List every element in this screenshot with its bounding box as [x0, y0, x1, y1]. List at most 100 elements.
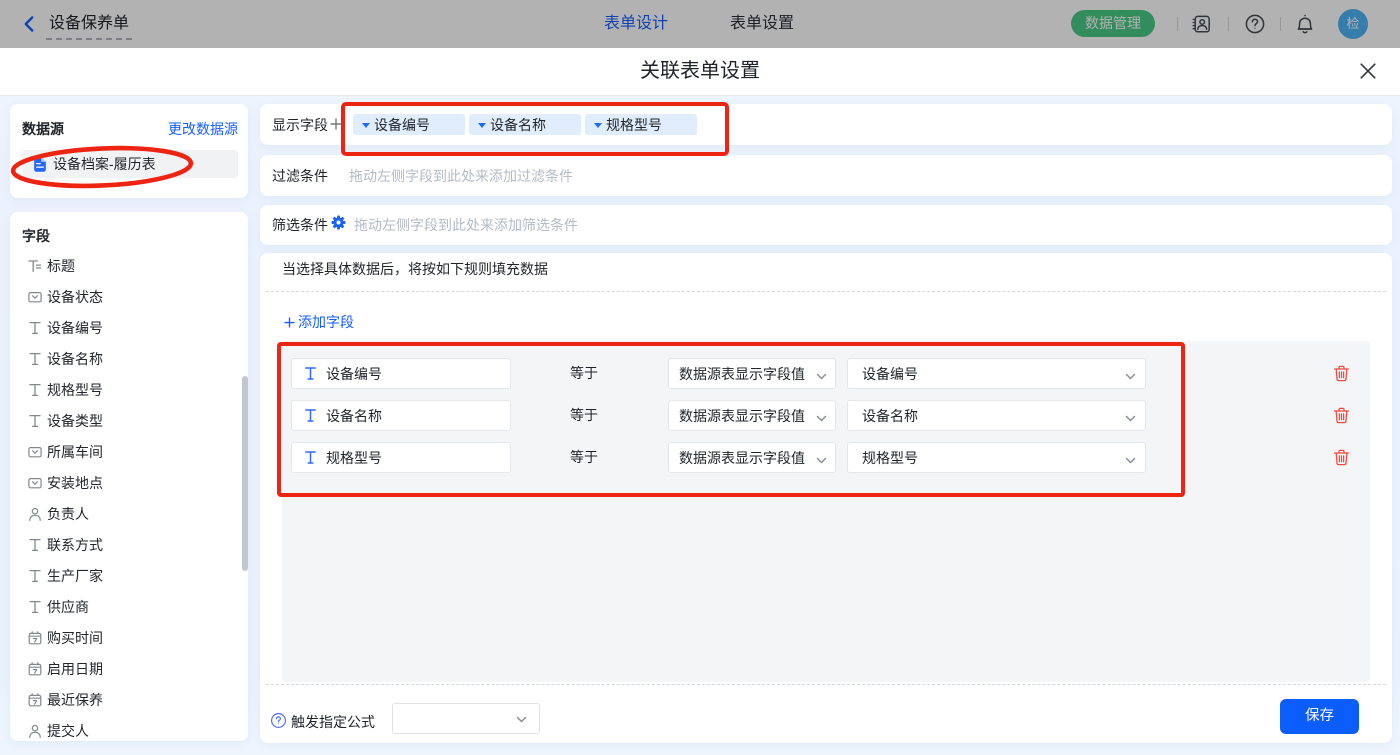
display-field-tag-label: 设备名称	[490, 115, 546, 135]
screen-condition-row: 筛选条件 拖动左侧字段到此处来添加筛选条件	[260, 205, 1392, 245]
rule-value-select[interactable]: 设备编号	[847, 358, 1146, 389]
caret-down-icon	[594, 123, 602, 128]
bell-icon[interactable]	[1295, 14, 1315, 34]
modal-title: 关联表单设置	[640, 48, 760, 96]
text-icon	[305, 409, 316, 422]
text-icon	[305, 367, 316, 380]
form-title[interactable]: 设备保养单	[49, 0, 129, 48]
datasource-title: 数据源	[22, 119, 64, 139]
datasource-selected-item[interactable]: 设备档案-履历表	[22, 150, 238, 178]
rule-target-field-label: 设备名称	[326, 406, 382, 426]
field-item-label: 标题	[47, 256, 75, 276]
field-item-label: 负责人	[47, 504, 89, 524]
field-item-label: 供应商	[47, 597, 89, 617]
rule-target-field[interactable]: 设备编号	[291, 358, 511, 389]
modal-header: 关联表单设置	[0, 48, 1400, 96]
fill-rules-note: 当选择具体数据后，将按如下规则填充数据	[282, 259, 548, 279]
field-item[interactable]: 所属车间	[20, 436, 250, 467]
rule-source-select[interactable]: 数据源表显示字段值	[668, 442, 836, 473]
header-divider	[1280, 17, 1281, 31]
tab-form-design[interactable]: 表单设计	[604, 0, 668, 48]
field-item[interactable]: 生产厂家	[20, 560, 250, 591]
data-manage-button[interactable]: 数据管理	[1071, 10, 1155, 37]
tab-form-settings[interactable]: 表单设置	[730, 0, 794, 48]
rule-target-field[interactable]: 设备名称	[291, 400, 511, 431]
field-item[interactable]: 安装地点	[20, 467, 250, 498]
rule-source-select-value: 数据源表显示字段值	[679, 406, 805, 426]
field-item[interactable]: 提交人	[20, 715, 250, 746]
rule-source-select[interactable]: 数据源表显示字段值	[668, 400, 836, 431]
field-item[interactable]: 规格型号	[20, 374, 250, 405]
display-field-tag[interactable]: 规格型号	[585, 114, 697, 135]
dashed-divider	[266, 291, 1386, 292]
field-list: 标题设备状态设备编号设备名称规格型号设备类型所属车间安装地点负责人联系方式生产厂…	[20, 250, 250, 746]
field-item[interactable]: 供应商	[20, 591, 250, 622]
back-icon[interactable]	[21, 16, 37, 32]
field-item-label: 所属车间	[47, 442, 103, 462]
add-field-label: 添加字段	[298, 312, 354, 332]
text-icon	[28, 352, 42, 366]
display-fields-row: 显示字段 设备编号 设备名称 规格型号	[260, 104, 1392, 145]
field-item-label: 生产厂家	[47, 566, 103, 586]
text-icon	[28, 600, 42, 614]
display-fields-label: 显示字段	[272, 104, 328, 145]
screen-drop-zone[interactable]: 拖动左侧字段到此处来添加筛选条件	[354, 205, 578, 245]
field-item-label: 设备编号	[47, 318, 103, 338]
change-datasource-link[interactable]: 更改数据源	[168, 119, 238, 139]
field-item[interactable]: 负责人	[20, 498, 250, 529]
field-item[interactable]: 联系方式	[20, 529, 250, 560]
rule-row: 规格型号等于数据源表显示字段值规格型号	[282, 442, 1370, 473]
gear-icon[interactable]	[331, 215, 346, 230]
screen-condition-label: 筛选条件	[272, 205, 328, 245]
field-item[interactable]: 启用日期	[20, 653, 250, 684]
add-display-field-icon[interactable]	[330, 118, 342, 130]
filter-drop-zone[interactable]: 拖动左侧字段到此处来添加过滤条件	[349, 155, 573, 196]
caret-down-icon	[478, 123, 486, 128]
rule-source-select-value: 数据源表显示字段值	[679, 448, 805, 468]
display-field-tag[interactable]: 设备名称	[469, 114, 581, 135]
save-button[interactable]: 保存	[1280, 699, 1359, 734]
select-icon	[28, 445, 42, 459]
rule-value-select-value: 设备编号	[862, 364, 918, 384]
display-field-tag[interactable]: 设备编号	[353, 114, 465, 135]
rule-value-select[interactable]: 规格型号	[847, 442, 1146, 473]
field-item[interactable]: 标题	[20, 250, 250, 281]
field-item[interactable]: 最近保养	[20, 684, 250, 715]
rule-target-field[interactable]: 规格型号	[291, 442, 511, 473]
header-divider	[1177, 17, 1178, 31]
rule-row: 设备名称等于数据源表显示字段值设备名称	[282, 400, 1370, 431]
field-item[interactable]: 购买时间	[20, 622, 250, 653]
help-icon[interactable]	[1245, 14, 1265, 34]
rule-source-select[interactable]: 数据源表显示字段值	[668, 358, 836, 389]
formula-select[interactable]	[392, 703, 540, 734]
rule-row: 设备编号 等于 数据源表显示字段值 设备编号	[282, 358, 1370, 389]
field-item-label: 提交人	[47, 721, 89, 741]
field-item[interactable]: 设备名称	[20, 343, 250, 374]
avatar[interactable]: 检	[1338, 9, 1368, 39]
field-item[interactable]: 设备类型	[20, 405, 250, 436]
field-item[interactable]: 设备状态	[20, 281, 250, 312]
field-item-label: 启用日期	[47, 659, 103, 679]
rule-operator: 等于	[554, 358, 614, 389]
form-doc-icon	[33, 157, 47, 172]
field-item[interactable]: 设备编号	[20, 312, 250, 343]
add-field-button[interactable]: 添加字段	[284, 312, 354, 332]
calendar-icon	[28, 631, 42, 645]
rule-value-select[interactable]: 设备名称	[847, 400, 1146, 431]
field-item-label: 购买时间	[47, 628, 103, 648]
calendar-icon	[28, 662, 42, 676]
trash-icon[interactable]	[1333, 365, 1350, 382]
fields-card: 字段 标题设备状态设备编号设备名称规格型号设备类型所属车间安装地点负责人联系方式…	[10, 212, 248, 741]
scrollbar-thumb[interactable]	[242, 376, 248, 571]
text-icon	[28, 414, 42, 428]
person-icon	[28, 724, 42, 738]
title-icon	[28, 259, 42, 273]
rules-container: 设备编号等于数据源表显示字段值设备编号设备名称等于数据源表显示字段值设备名称规格…	[282, 341, 1370, 682]
close-icon[interactable]	[1359, 62, 1377, 80]
chevron-down-icon	[816, 453, 827, 464]
contacts-icon[interactable]	[1191, 14, 1211, 34]
help-circle-icon[interactable]	[271, 713, 286, 728]
trash-icon[interactable]	[1333, 449, 1350, 466]
field-item-label: 规格型号	[47, 380, 103, 400]
trash-icon[interactable]	[1333, 407, 1350, 424]
